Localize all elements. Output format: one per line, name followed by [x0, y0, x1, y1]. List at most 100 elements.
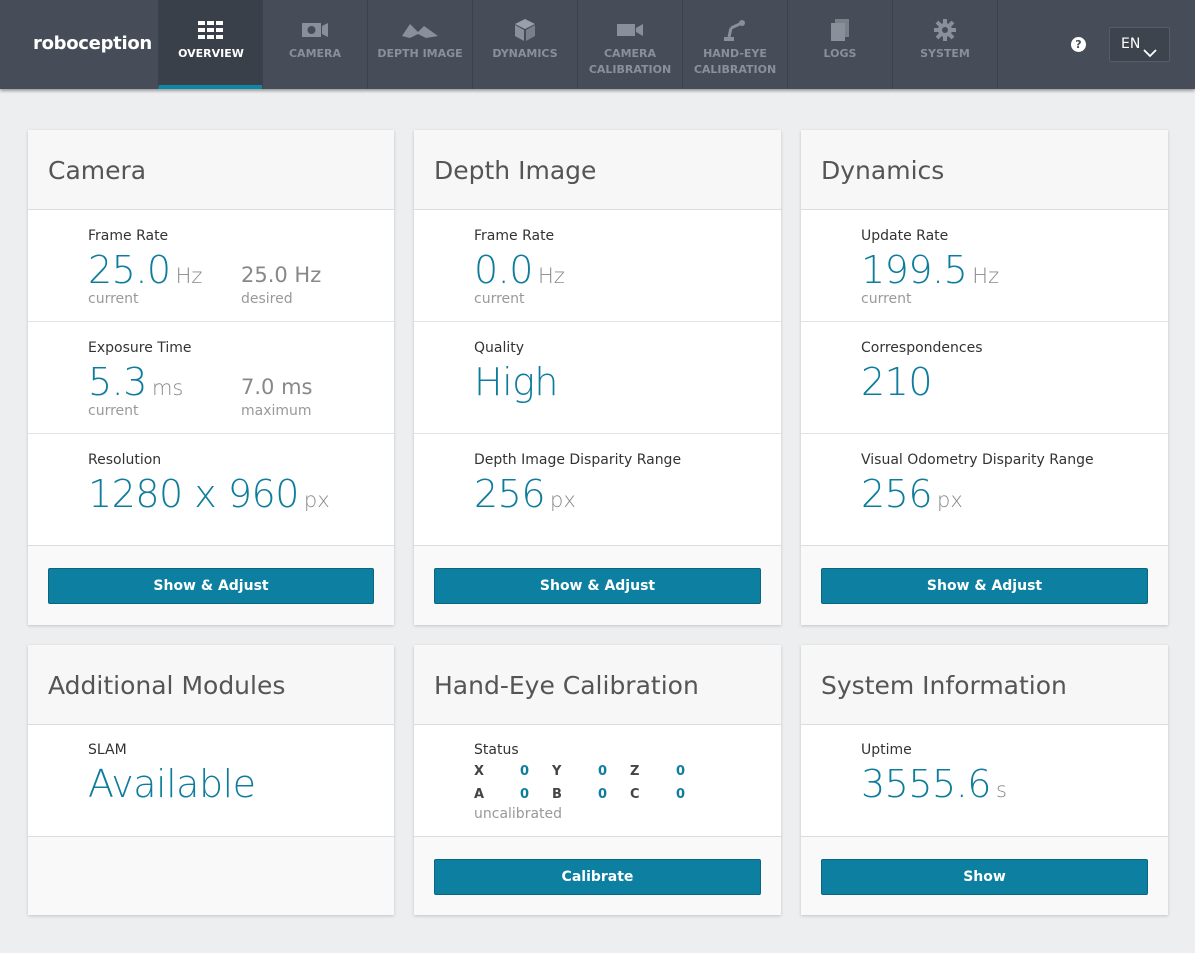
nav-system[interactable]: System — [892, 0, 997, 89]
uptime-label: Uptime — [861, 742, 912, 758]
nav-hand-eye-calibration-label: Hand-Eye Calibration — [693, 47, 777, 76]
camera-show-adjust-button[interactable]: Show & Adjust — [48, 568, 374, 604]
video-camera-icon — [578, 18, 682, 42]
handeye-status-value: uncalibrated — [474, 806, 563, 822]
nav-overview-label: Overview — [178, 47, 244, 60]
document-icon — [788, 18, 892, 42]
exposure-label: Exposure Time — [88, 340, 192, 356]
exposure-max-sub: maximum — [241, 403, 312, 419]
quality-label: Quality — [474, 340, 525, 356]
depth-card-footer: Show & Adjust — [414, 545, 781, 625]
depth-image-card: Depth Image Frame Rate 0.0 Hz current Qua… — [414, 130, 781, 625]
nav-camera[interactable]: Camera — [262, 0, 367, 89]
slam-section: SLAM Available — [28, 725, 394, 836]
nav-camera-calibration[interactable]: Camera Calibration — [577, 0, 682, 89]
correspondences-value: 210 — [861, 360, 933, 404]
nav-system-label: System — [920, 47, 970, 60]
handeye-pose-grid: X 0 Y 0 Z 0 A 0 B 0 C 0 — [474, 764, 704, 810]
dynamics-vo-section: Visual Odometry Disparity Range 256 px — [801, 434, 1168, 546]
uptime-section: Uptime 3555.6 s — [801, 725, 1168, 836]
camera-resolution-section: Resolution 1280 x 960 px — [28, 434, 394, 546]
top-navigation-bar: roboception Overview Camera Depth Image … — [0, 0, 1195, 89]
update-rate-label: Update Rate — [861, 228, 949, 244]
pose-key: C — [630, 787, 640, 802]
gear-icon — [893, 18, 997, 42]
system-card-title: System Information — [801, 645, 1168, 725]
frame-rate-label: Frame Rate — [88, 228, 169, 244]
handeye-row-xyz: X 0 Y 0 Z 0 — [474, 764, 704, 787]
pose-value: 0 — [598, 764, 608, 779]
pose-key: Y — [552, 764, 562, 779]
dynamics-card: Dynamics Update Rate 199.5 Hz current Cor… — [801, 130, 1168, 625]
correspondences-label: Correspondences — [861, 340, 983, 356]
brand-logo[interactable]: roboception — [33, 33, 152, 54]
resolution-value: 1280 x 960 px — [88, 472, 330, 516]
chevron-down-icon — [1143, 38, 1157, 71]
calibrate-button[interactable]: Calibrate — [434, 859, 761, 895]
dynamics-card-title: Dynamics — [801, 130, 1168, 210]
dynamics-show-adjust-button[interactable]: Show & Adjust — [821, 568, 1148, 604]
handeye-card-title: Hand-Eye Calibration — [414, 645, 781, 725]
frame-rate-desired-sub: desired — [241, 291, 293, 307]
depth-show-adjust-button[interactable]: Show & Adjust — [434, 568, 761, 604]
exposure-sub: current — [88, 403, 139, 419]
nav-camera-label: Camera — [288, 47, 342, 60]
pose-key: B — [552, 787, 562, 802]
handeye-card-footer: Calibrate — [414, 836, 781, 915]
dynamics-update-section: Update Rate 199.5 Hz current — [801, 210, 1168, 322]
pose-key: X — [474, 764, 485, 779]
camera-card-title: Camera — [28, 130, 394, 210]
language-value: EN — [1121, 36, 1141, 52]
depth-frame-rate-value: 0.0 Hz — [474, 248, 565, 292]
pose-key: A — [474, 787, 485, 802]
pose-value: 0 — [676, 764, 686, 779]
depth-frame-rate-label: Frame Rate — [474, 228, 555, 244]
resolution-label: Resolution — [88, 452, 162, 468]
grid-icon — [159, 18, 263, 42]
nav-logs-label: Logs — [823, 47, 857, 60]
frame-rate-sub: current — [88, 291, 139, 307]
exposure-max: 7.0 ms — [241, 375, 313, 399]
modules-card-footer — [28, 836, 394, 915]
depth-icon — [368, 18, 472, 42]
nav-camera-calibration-label: Camera Calibration — [588, 47, 672, 76]
system-information-card: System Information Uptime 3555.6 s Show — [801, 645, 1168, 915]
nav-overview[interactable]: Overview — [158, 0, 263, 89]
pose-value: 0 — [598, 787, 608, 802]
modules-card-title: Additional Modules — [28, 645, 394, 725]
system-card-footer: Show — [801, 836, 1168, 915]
dynamics-card-footer: Show & Adjust — [801, 545, 1168, 625]
camera-card: Camera Frame Rate 25.0 Hz current 25.0 Hz… — [28, 130, 394, 625]
language-select[interactable]: EN — [1109, 27, 1170, 62]
handeye-status-label: Status — [474, 742, 519, 758]
uptime-value: 3555.6 s — [861, 762, 1007, 806]
cube-icon — [473, 18, 577, 42]
nav-depth-image-label: Depth Image — [377, 47, 463, 60]
camera-frame-rate-section: Frame Rate 25.0 Hz current 25.0 Hz desire… — [28, 210, 394, 322]
depth-card-title: Depth Image — [414, 130, 781, 210]
quality-value: High — [474, 360, 559, 404]
pose-value: 0 — [520, 764, 530, 779]
hand-eye-calibration-card: Hand-Eye Calibration Status X 0 Y 0 Z 0 … — [414, 645, 781, 915]
nav-depth-image[interactable]: Depth Image — [367, 0, 472, 89]
exposure-value: 5.3 ms — [88, 360, 184, 404]
help-icon[interactable]: ? — [1071, 37, 1086, 52]
frame-rate-desired: 25.0 Hz — [241, 263, 322, 287]
camera-card-footer: Show & Adjust — [28, 545, 394, 625]
pose-value: 0 — [520, 787, 530, 802]
nav-dynamics-label: Dynamics — [492, 47, 558, 60]
nav-dynamics[interactable]: Dynamics — [472, 0, 577, 89]
depth-disparity-label: Depth Image Disparity Range — [474, 452, 682, 468]
additional-modules-card: Additional Modules SLAM Available — [28, 645, 394, 915]
slam-label: SLAM — [88, 742, 127, 758]
nav-logs[interactable]: Logs — [787, 0, 892, 89]
pose-key: Z — [630, 764, 640, 779]
depth-disparity-value: 256 px — [474, 472, 576, 516]
vo-disparity-label: Visual Odometry Disparity Range — [861, 452, 1094, 468]
update-rate-sub: current — [861, 291, 912, 307]
system-show-button[interactable]: Show — [821, 859, 1148, 895]
vo-disparity-value: 256 px — [861, 472, 963, 516]
camera-exposure-section: Exposure Time 5.3 ms current 7.0 ms maxim… — [28, 322, 394, 434]
frame-rate-value: 25.0 Hz — [88, 248, 203, 292]
nav-hand-eye-calibration[interactable]: Hand-Eye Calibration — [682, 0, 787, 89]
